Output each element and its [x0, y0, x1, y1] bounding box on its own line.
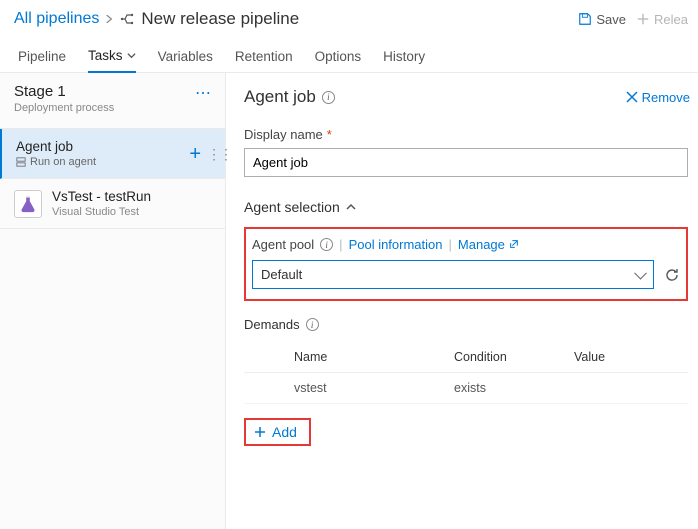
agent-job-subtitle: Run on agent	[16, 156, 96, 168]
breadcrumb-root[interactable]: All pipelines	[14, 10, 99, 28]
agent-pool-highlight: Agent pool i | Pool information | Manage…	[244, 227, 688, 301]
tab-history[interactable]: History	[383, 42, 425, 72]
tab-variables[interactable]: Variables	[158, 42, 213, 72]
panel-title: Agent job i	[244, 87, 335, 107]
col-name: Name	[294, 350, 454, 364]
display-name-label: Display name*	[244, 127, 688, 142]
save-button[interactable]: Save	[578, 12, 626, 27]
agent-job-row[interactable]: Agent job Run on agent +	[0, 129, 225, 179]
col-value: Value	[574, 350, 684, 364]
remove-button[interactable]: Remove	[626, 90, 690, 105]
tab-pipeline[interactable]: Pipeline	[18, 42, 66, 72]
release-button[interactable]: Relea	[636, 12, 688, 27]
stage-menu-button[interactable]: ⋯	[195, 83, 213, 103]
col-condition: Condition	[454, 350, 574, 364]
info-icon[interactable]: i	[322, 91, 335, 104]
add-demand-button[interactable]: Add	[244, 418, 311, 446]
demands-label: Demands i	[244, 317, 698, 332]
tab-bar: Pipeline Tasks Variables Retention Optio…	[0, 34, 698, 73]
refresh-icon[interactable]	[664, 267, 680, 283]
pool-information-link[interactable]: Pool information	[349, 237, 443, 252]
tab-options[interactable]: Options	[315, 42, 362, 72]
flask-icon	[14, 190, 42, 218]
agent-pool-label: Agent pool	[252, 237, 314, 252]
stage-title: Stage 1	[14, 83, 114, 100]
display-name-input[interactable]	[244, 148, 688, 177]
demands-table: Name Condition Value vstest exists	[244, 342, 698, 404]
table-row[interactable]: vstest exists	[244, 373, 688, 404]
stage-subtitle: Deployment process	[14, 102, 114, 114]
task-title: VsTest - testRun	[52, 189, 151, 204]
server-icon	[16, 157, 26, 167]
agent-selection-section[interactable]: Agent selection	[244, 199, 698, 215]
drag-handle-icon[interactable]	[207, 146, 215, 162]
chevron-right-icon	[105, 12, 113, 26]
agent-job-name: Agent job	[16, 139, 96, 154]
info-icon[interactable]: i	[306, 318, 319, 331]
plus-icon	[636, 12, 650, 26]
stage-header[interactable]: Stage 1 Deployment process ⋯	[0, 73, 225, 129]
task-subtitle: Visual Studio Test	[52, 206, 151, 218]
task-row[interactable]: VsTest - testRun Visual Studio Test	[0, 179, 225, 229]
manage-link[interactable]: Manage	[458, 237, 519, 252]
agent-pool-select[interactable]: Default	[252, 260, 654, 289]
plus-icon	[254, 426, 266, 438]
page-title[interactable]: New release pipeline	[141, 9, 299, 29]
add-task-button[interactable]: +	[189, 144, 201, 164]
external-link-icon	[509, 239, 519, 249]
close-icon	[626, 91, 638, 103]
save-icon	[578, 12, 592, 26]
chevron-up-icon	[346, 202, 356, 212]
chevron-down-icon	[127, 51, 136, 60]
tab-tasks[interactable]: Tasks	[88, 42, 136, 73]
tab-retention[interactable]: Retention	[235, 42, 293, 72]
info-icon[interactable]: i	[320, 238, 333, 251]
release-pipeline-icon	[119, 11, 135, 27]
